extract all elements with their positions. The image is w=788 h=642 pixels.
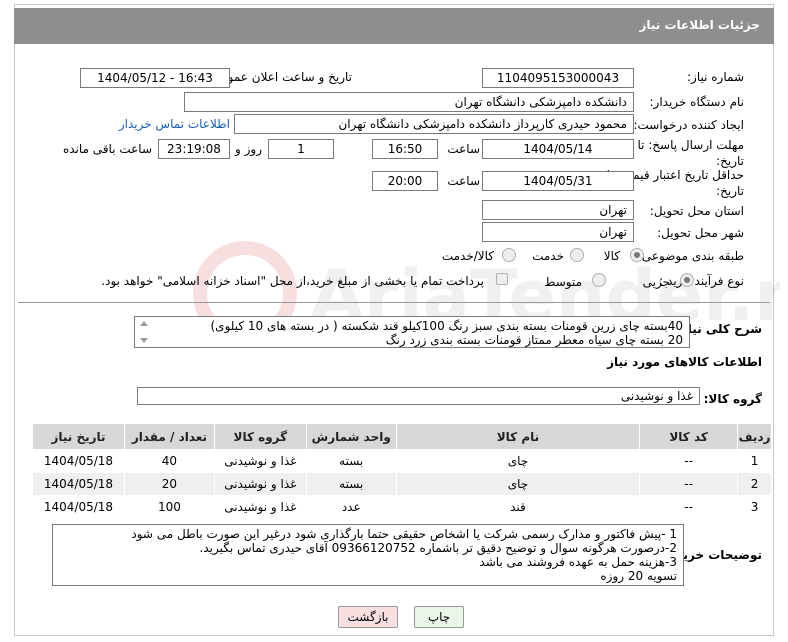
contact-link[interactable]: اطلاعات تماس خریدار [119, 117, 230, 131]
goods-group-label: گروه کالا: [703, 392, 762, 406]
cell-item-name: قند [395, 495, 641, 519]
cell-group: غذا و نوشیدنی [213, 472, 307, 496]
cell-need-date: 1404/05/18 [32, 472, 125, 496]
validity-time-label: ساعت [447, 174, 480, 188]
goods-table: ردیف کد کالا نام کالا واحد شمارش گروه کا… [32, 423, 772, 519]
print-button[interactable]: چاپ [414, 606, 464, 628]
reply-time-field: 16:50 [372, 139, 438, 159]
payment-note: پرداخت تمام یا بخشی از مبلغ خرید،از محل … [101, 274, 484, 288]
col-unit: واحد شمارش [305, 423, 397, 450]
table-row: 2 -- چای بسته غذا و نوشیدنی 20 1404/05/1… [32, 472, 772, 496]
announce-field: 1404/05/12 - 16:43 [80, 68, 230, 88]
cell-row-number: 2 [737, 472, 772, 496]
buyer-org-field: دانشکده دامپزشکی دانشگاه تهران [184, 92, 634, 112]
back-button[interactable]: بازگشت [338, 606, 398, 628]
category-radio-goods-service[interactable] [502, 248, 516, 262]
days-field: 1 [268, 139, 334, 159]
validity-time-field: 20:00 [372, 171, 438, 191]
description-line-2: 20 بسته چای سیاه معطر ممتاز قومنات بسته … [385, 333, 683, 347]
province-field: تهران [482, 200, 634, 220]
process-option-minor: جزیی [642, 275, 670, 289]
cell-row-number: 3 [737, 495, 772, 519]
province-label: استان محل تحویل: [649, 204, 744, 218]
process-label: نوع فرآیند خرید : [659, 274, 744, 288]
cell-need-date: 1404/05/18 [32, 495, 125, 519]
table-header-row: ردیف کد کالا نام کالا واحد شمارش گروه کا… [32, 423, 772, 450]
table-row: 3 -- قند عدد غذا و نوشیدنی 100 1404/05/1… [32, 495, 772, 519]
days-label: روز و [235, 142, 262, 156]
col-item-name: نام کالا [395, 423, 641, 450]
process-radio-medium[interactable] [592, 273, 606, 287]
city-field: تهران [482, 222, 634, 242]
reply-date-field: 1404/05/14 [482, 139, 634, 159]
cell-item-name: چای [395, 472, 641, 496]
treasury-checkbox[interactable] [496, 273, 508, 285]
cell-group: غذا و نوشیدنی [213, 495, 307, 519]
creator-label: ایجاد کننده درخواست: [633, 118, 744, 132]
category-label: طبقه بندی موضوعی: [637, 249, 744, 263]
notes-line-2: 2-درصورت هرگونه سوال و توضیح دقیق تر باش… [199, 541, 677, 555]
need-number-label: شماره نیاز: [687, 70, 744, 84]
cell-item-code: -- [639, 495, 739, 519]
creator-field: محمود حیدری کارپرداز دانشکده دامپزشکی دا… [234, 114, 634, 134]
cell-quantity: 40 [124, 449, 215, 473]
notes-textarea[interactable]: 1 -پیش فاکتور و مدارک رسمی شرکت یا اشخاص… [52, 524, 684, 586]
notes-line-1: 1 -پیش فاکتور و مدارک رسمی شرکت یا اشخاص… [131, 527, 677, 541]
notes-line-4: تسویه 20 روزه [600, 569, 677, 583]
reply-time-label: ساعت [447, 142, 480, 156]
cell-quantity: 20 [124, 472, 215, 496]
title-bar: جزئیات اطلاعات نیاز [14, 8, 774, 44]
cell-row-number: 1 [737, 449, 772, 473]
divider [18, 302, 770, 303]
description-scrollbar[interactable] [137, 318, 151, 346]
description-textarea[interactable]: 40بسته چای زرین قومنات بسته بندی سبز رنگ… [134, 316, 690, 348]
col-need-date: تاریخ نیاز [32, 423, 125, 450]
category-radio-goods[interactable] [630, 248, 644, 262]
cell-group: غذا و نوشیدنی [213, 449, 307, 473]
col-item-code: کد کالا [639, 423, 739, 450]
remaining-time-field: 23:19:08 [158, 139, 230, 159]
page-title: جزئیات اطلاعات نیاز [639, 18, 760, 32]
city-label: شهر محل تحویل: [657, 226, 744, 240]
goods-group-field: غذا و نوشیدنی [137, 387, 700, 405]
process-radio-minor[interactable] [680, 273, 694, 287]
cell-quantity: 100 [124, 495, 215, 519]
goods-section-title: اطلاعات کالاهای مورد نیاز [607, 355, 762, 369]
cell-item-code: -- [639, 472, 739, 496]
col-group: گروه کالا [213, 423, 307, 450]
cell-item-code: -- [639, 449, 739, 473]
description-line-1: 40بسته چای زرین قومنات بسته بندی سبز رنگ… [210, 319, 684, 333]
category-option-goods-service: کالا/خدمت [441, 249, 494, 263]
remaining-label: ساعت باقی مانده [62, 142, 152, 156]
table-row: 1 -- چای بسته غذا و نوشیدنی 40 1404/05/1… [32, 449, 772, 473]
cell-unit: بسته [305, 449, 397, 473]
category-option-service: خدمت [532, 249, 564, 263]
need-number-field: 1104095153000043 [482, 68, 634, 88]
col-quantity: تعداد / مقدار [124, 423, 215, 450]
cell-item-name: چای [395, 449, 641, 473]
cell-unit: بسته [305, 472, 397, 496]
buyer-org-label: نام دستگاه خریدار: [649, 95, 745, 109]
category-radio-service[interactable] [570, 248, 584, 262]
category-option-goods: کالا [603, 249, 620, 263]
col-row-number: ردیف [737, 423, 772, 450]
reply-deadline-label: مهلت ارسال پاسخ: تا تاریخ: [637, 138, 744, 168]
notes-line-3: 3-هزینه حمل به عهده فروشند می باشد [479, 555, 677, 569]
cell-need-date: 1404/05/18 [32, 449, 125, 473]
cell-unit: عدد [305, 495, 397, 519]
validity-date-field: 1404/05/31 [482, 171, 634, 191]
process-option-medium: متوسط [544, 275, 582, 289]
